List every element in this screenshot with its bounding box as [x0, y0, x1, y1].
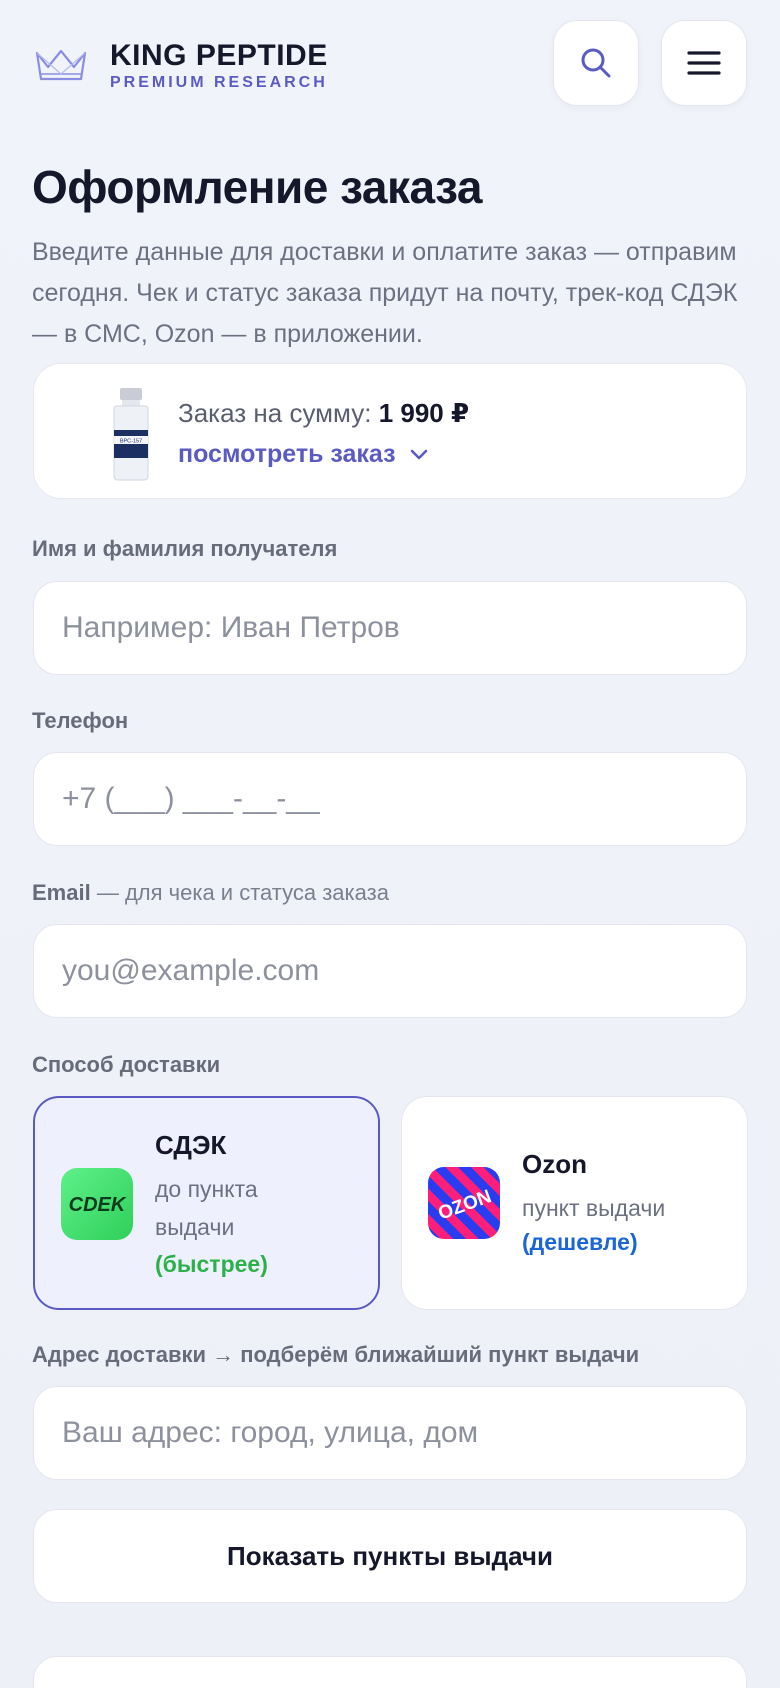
- address-field[interactable]: [33, 1386, 747, 1480]
- cdek-logo-text: CDEK: [69, 1194, 127, 1216]
- top-header: KING PEPTIDE PREMIUM RESEARCH: [0, 0, 780, 130]
- cdek-logo: CDEK: [61, 1168, 133, 1240]
- crown-icon: [35, 49, 87, 81]
- order-summary-card: BPC-157: [33, 363, 747, 499]
- vial-label: BPC-157: [120, 439, 142, 445]
- cdek-desc: до пункта выдачи: [155, 1176, 258, 1240]
- order-sum-value: 1 990 ₽: [378, 398, 470, 428]
- phone-input[interactable]: [62, 753, 746, 845]
- ozon-logo: OZON: [428, 1167, 500, 1239]
- phone-field[interactable]: [33, 752, 747, 846]
- menu-button[interactable]: [661, 20, 747, 106]
- ozon-logo-text: OZON: [435, 1186, 494, 1225]
- email-field[interactable]: [33, 924, 747, 1018]
- email-label: Email: [32, 880, 91, 905]
- view-order-label: посмотреть заказ: [178, 440, 396, 468]
- ozon-name: Ozon: [522, 1149, 587, 1179]
- cdek-name: СДЭК: [155, 1130, 227, 1160]
- email-label-row: Email — для чека и статуса заказа: [32, 880, 389, 906]
- show-pickup-points-button[interactable]: Показать пункты выдачи: [33, 1509, 747, 1603]
- product-vial-image: BPC-157: [113, 388, 149, 481]
- delivery-option-cdek[interactable]: CDEK СДЭК до пункта выдачи (быстрее): [33, 1096, 380, 1310]
- cdek-logo-mark: CDEK: [69, 1194, 127, 1216]
- page-title: Оформление заказа: [32, 161, 483, 213]
- ozon-desc: пункт выдачи: [522, 1195, 666, 1221]
- name-label: Имя и фамилия получателя: [32, 536, 338, 561]
- name-input[interactable]: [62, 582, 746, 674]
- order-sum: Заказ на сумму: 1 990 ₽: [178, 398, 469, 429]
- delivery-label: Способ доставки: [32, 1052, 221, 1077]
- page-subtitle: Введите данные для доставки и оплатите з…: [32, 238, 738, 348]
- search-button[interactable]: [553, 20, 639, 106]
- brand-title: KING PEPTIDE: [110, 39, 328, 72]
- address-label: Адрес доставки → подберём ближайший пунк…: [32, 1342, 640, 1367]
- next-section-card: [33, 1656, 747, 1688]
- name-field[interactable]: [33, 581, 747, 675]
- delivery-option-ozon[interactable]: OZON Ozon пункт выдачи (дешевле): [401, 1096, 748, 1310]
- chevron-down-icon: [410, 449, 427, 459]
- order-sum-label: Заказ на сумму:: [178, 398, 372, 428]
- phone-label: Телефон: [32, 708, 129, 733]
- brand-subtitle: PREMIUM RESEARCH: [110, 74, 328, 91]
- email-input[interactable]: [62, 925, 746, 1017]
- email-hint: — для чека и статуса заказа: [96, 880, 389, 905]
- view-order-link[interactable]: посмотреть заказ: [178, 440, 428, 469]
- ozon-badge: (дешевле): [522, 1229, 638, 1255]
- address-input[interactable]: [62, 1387, 746, 1479]
- cdek-badge: (быстрее): [155, 1251, 268, 1277]
- brand-logo[interactable]: KING PEPTIDE PREMIUM RESEARCH: [34, 40, 328, 94]
- ozon-logo-mark: OZON: [435, 1186, 494, 1225]
- hamburger-icon: [687, 51, 721, 75]
- search-icon: [581, 48, 611, 78]
